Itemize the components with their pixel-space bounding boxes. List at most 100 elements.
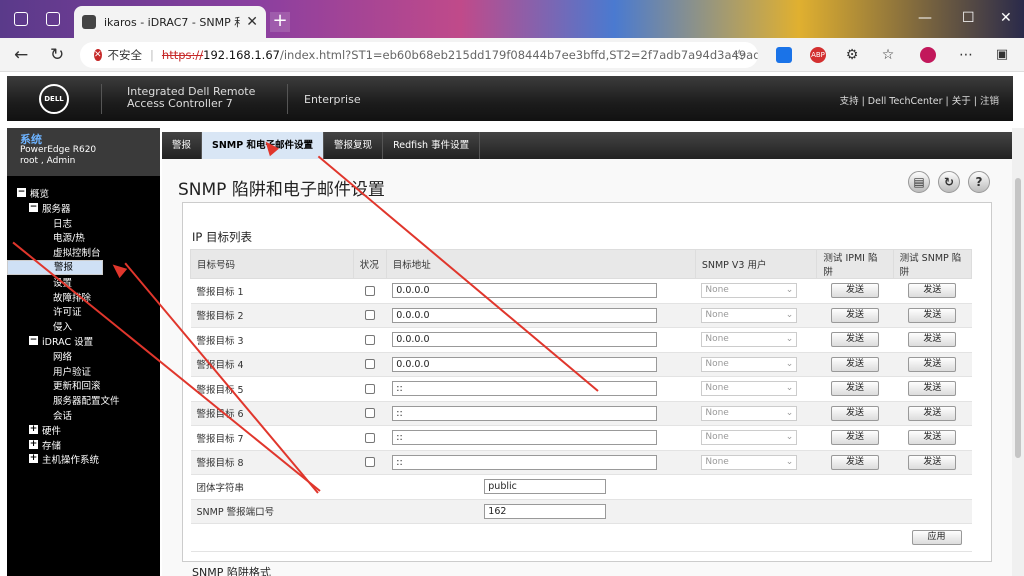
new-tab-button[interactable]: + [270,12,290,32]
sidebar-item[interactable]: 许可证 [7,304,160,319]
subtab[interactable]: Redfish 事件设置 [383,132,481,159]
table-row: 警报目标 2 0.0.0.0 None ⌄ 发送 发送 [190,303,972,328]
target-address-input[interactable]: :: [392,405,658,421]
target-address-input[interactable]: :: [392,454,658,470]
maximize-icon[interactable]: ☐ [962,10,975,26]
system-summary[interactable]: 系统 PowerEdge R620 root , Admin [7,128,160,176]
reload-icon[interactable]: ↻ [50,45,64,65]
snmp-test-cell: 发送 [893,376,972,402]
workspaces-icon[interactable] [14,12,28,26]
sidebar-item[interactable]: 侵入 [7,319,160,334]
sidebar-item[interactable]: + 硬件 [7,423,160,438]
tab-actions-icon[interactable] [46,12,60,26]
dell-favicon-icon [82,15,96,29]
sidebar-item[interactable]: 更新和回滚 [7,378,160,393]
print-icon[interactable]: ▤ [908,171,930,193]
snmp-v3-user-select[interactable]: None ⌄ [701,356,798,372]
collapse-icon[interactable]: − [17,188,26,197]
snmp-v3-user-select[interactable]: None ⌄ [701,454,798,470]
sidebar-toggle-icon[interactable]: ▣ [994,47,1010,63]
snmp-v3-user-select[interactable]: None ⌄ [701,430,798,446]
test-snmp-trap-button[interactable]: 发送 [908,405,957,421]
snmp-v3-user-select[interactable]: None ⌄ [701,307,798,323]
refresh-icon[interactable]: ↻ [938,171,960,193]
sidebar-item[interactable]: − 概览 [7,186,160,201]
test-snmp-trap-button[interactable]: 发送 [908,307,957,323]
test-ipmi-trap-button[interactable]: 发送 [831,454,880,470]
test-ipmi-trap-button[interactable]: 发送 [831,405,880,421]
test-snmp-trap-button[interactable]: 发送 [908,430,957,446]
status-checkbox[interactable] [364,457,375,468]
test-ipmi-trap-button[interactable]: 发送 [831,307,880,323]
sidebar-item[interactable]: 日志 [7,216,160,231]
sidebar-item[interactable]: + 存储 [7,438,160,453]
profile-avatar[interactable] [920,47,936,63]
target-address-input[interactable]: 0.0.0.0 [392,356,658,372]
minimize-icon[interactable]: — [918,10,932,26]
favorite-star-icon[interactable]: ☆ [733,46,746,64]
target-address-input[interactable]: 0.0.0.0 [392,307,658,323]
expand-icon[interactable]: + [29,424,38,434]
snmp-test-cell: 发送 [893,327,972,353]
test-ipmi-trap-button[interactable]: 发送 [831,356,880,372]
setting-label-cell: 团体字符串 [190,474,354,500]
collapse-icon[interactable]: − [29,202,38,212]
snmp-v3-user-select[interactable]: None ⌄ [701,283,798,299]
alert-port-input[interactable]: 162 [484,503,607,519]
subtab[interactable]: 警报复现 [324,132,384,159]
close-window-icon[interactable]: ✕ [1000,10,1012,26]
tab-close-button[interactable]: ✕ [246,14,258,30]
snmp-v3-user-select[interactable]: None ⌄ [701,381,798,397]
extension-bookmark-icon[interactable] [776,47,792,63]
test-ipmi-trap-button[interactable]: 发送 [831,430,880,446]
test-snmp-trap-button[interactable]: 发送 [908,332,957,348]
test-snmp-trap-button[interactable]: 发送 [908,283,957,299]
collapse-icon[interactable]: − [29,335,38,345]
sidebar-item[interactable]: 会话 [7,408,160,423]
target-address-input[interactable]: 0.0.0.0 [392,283,658,299]
status-checkbox[interactable] [364,285,375,296]
banner-links[interactable]: 支持 | Dell TechCenter | 关于 | 注销 [840,93,999,107]
target-address-input[interactable]: 0.0.0.0 [392,332,658,348]
status-checkbox[interactable] [364,432,375,443]
sidebar-item-label: 概览 [30,189,50,200]
expand-icon[interactable]: + [29,454,38,464]
help-icon[interactable]: ? [968,171,990,193]
apply-button[interactable]: 应用 [911,530,962,545]
status-checkbox[interactable] [364,383,375,394]
sidebar-item[interactable]: 网络 [7,349,160,364]
sidebar-item[interactable]: 电源/热 [7,230,160,245]
test-snmp-trap-button[interactable]: 发送 [908,454,957,470]
favorites-icon[interactable]: ☆ [880,47,896,63]
sidebar-item[interactable]: 用户验证 [7,364,160,379]
expand-icon[interactable]: + [29,439,38,449]
target-address-input[interactable]: :: [392,430,658,446]
target-address-input[interactable]: :: [392,381,658,397]
community-string-input[interactable]: public [484,479,607,495]
page-scrollbar[interactable] [1012,128,1024,576]
scrollbar-thumb[interactable] [1015,178,1021,458]
back-icon[interactable]: ← [14,45,28,65]
test-snmp-trap-button[interactable]: 发送 [908,381,957,397]
more-menu-icon[interactable]: ⋯ [958,47,974,63]
snmp-v3-user-select[interactable]: None ⌄ [701,405,798,421]
test-snmp-trap-button[interactable]: 发送 [908,356,957,372]
status-checkbox[interactable] [364,359,375,370]
status-checkbox[interactable] [364,334,375,345]
extensions-puzzle-icon[interactable]: ⚙ [844,47,860,63]
status-checkbox[interactable] [364,408,375,419]
test-ipmi-trap-button[interactable]: 发送 [831,332,880,348]
sidebar-item[interactable]: − 服务器 [7,201,160,216]
address-bar[interactable]: ✕ 不安全 | https:// 192.168.1.67 /index.htm… [80,42,758,68]
test-ipmi-trap-button[interactable]: 发送 [831,381,880,397]
status-checkbox[interactable] [364,310,375,321]
adblock-icon[interactable]: ABP [810,47,826,63]
browser-tab[interactable]: ikaros - iDRAC7 - SNMP 和电子邮 ✕ [74,6,266,38]
sidebar-item[interactable]: + 主机操作系统 [7,452,160,467]
test-ipmi-trap-button[interactable]: 发送 [831,283,880,299]
sidebar-item[interactable]: 服务器配置文件 [7,393,160,408]
sidebar-item[interactable]: 警报 [7,259,103,275]
subtab[interactable]: 警报 [162,132,203,159]
sidebar-item[interactable]: 故障排除 [7,290,160,305]
snmp-v3-user-select[interactable]: None ⌄ [701,332,798,348]
